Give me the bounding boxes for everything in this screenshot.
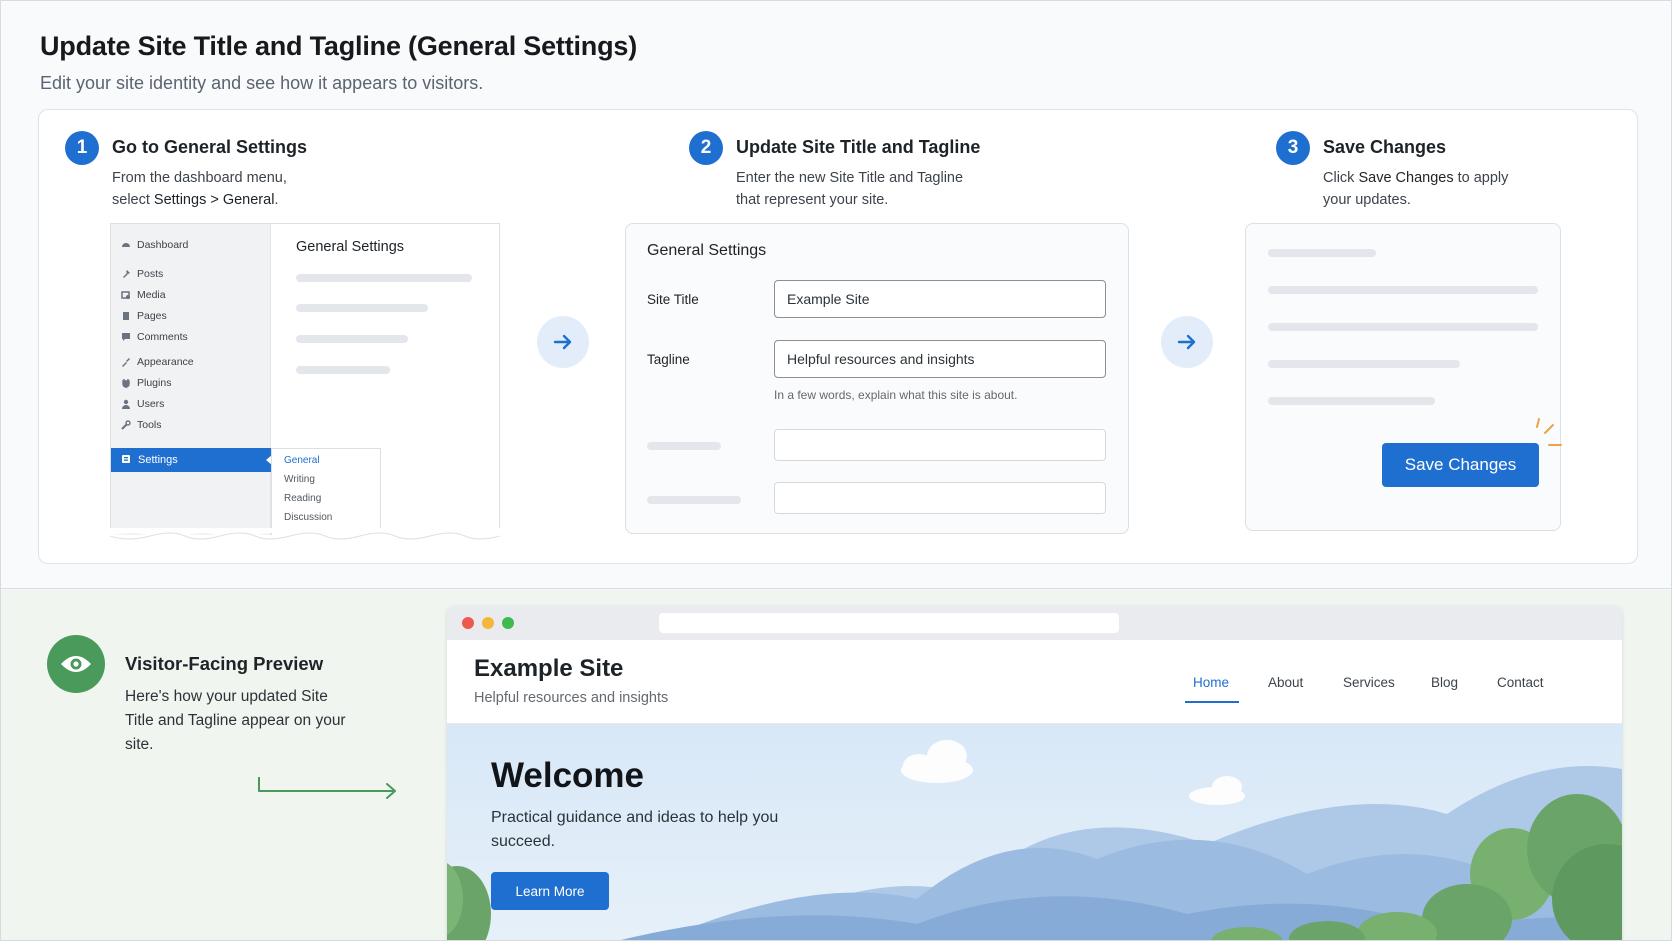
site-title-label: Site Title (647, 292, 699, 307)
settings-submenu: General Writing Reading Discussion (271, 448, 381, 535)
step-3-number: 3 (1276, 131, 1310, 165)
media-icon (121, 290, 131, 300)
settings-icon (121, 454, 131, 467)
admin-sidebar: Dashboard Posts Media Pages Comments App… (111, 224, 271, 535)
instructions-section: Update Site Title and Tagline (General S… (1, 1, 1671, 589)
next-step-arrow-1 (537, 316, 589, 368)
submenu-reading[interactable]: Reading (284, 493, 321, 504)
placeholder-line (296, 335, 408, 343)
placeholder-line (1268, 360, 1460, 368)
tagline-help-text: In a few words, explain what this site i… (774, 388, 1018, 402)
posts-icon (121, 269, 131, 279)
preview-title: Visitor-Facing Preview (125, 653, 324, 674)
step-3-description: Click Save Changes to apply your updates… (1323, 170, 1509, 208)
placeholder-label (647, 442, 721, 450)
site-tagline: Helpful resources and insights (474, 690, 669, 706)
pages-icon (121, 311, 131, 321)
learn-more-button[interactable]: Learn More (491, 872, 609, 910)
placeholder-line (296, 274, 472, 282)
tutorial-frame: Update Site Title and Tagline (General S… (0, 0, 1672, 941)
site-title-input[interactable]: Example Site (774, 280, 1106, 318)
placeholder-line (1268, 397, 1435, 405)
maximize-window-dot[interactable] (502, 617, 514, 629)
preview-section: Visitor-Facing Preview Here's how your u… (1, 590, 1671, 940)
admin-menu-comments[interactable]: Comments (121, 328, 188, 346)
address-bar[interactable] (659, 613, 1119, 633)
general-settings-heading: General Settings (296, 239, 405, 255)
nav-contact[interactable]: Contact (1497, 675, 1544, 690)
nav-about[interactable]: About (1268, 675, 1303, 690)
admin-menu-appearance[interactable]: Appearance (121, 353, 194, 371)
general-settings-heading: General Settings (647, 242, 767, 259)
hero-banner: Welcome Practical guidance and ideas to … (447, 724, 1622, 940)
site-title[interactable]: Example Site (474, 655, 623, 683)
placeholder-line (1268, 249, 1376, 257)
nav-services[interactable]: Services (1343, 675, 1395, 690)
plugins-icon (121, 378, 131, 388)
save-changes-button[interactable]: Save Changes (1382, 443, 1539, 487)
tools-icon (121, 420, 131, 430)
nav-blog[interactable]: Blog (1431, 675, 1458, 690)
general-settings-form-mock: General Settings Site Title Example Site… (625, 223, 1129, 534)
close-window-dot[interactable] (462, 617, 474, 629)
admin-menu-users[interactable]: Users (121, 395, 164, 413)
admin-menu-tools[interactable]: Tools (121, 416, 162, 434)
browser-window: Example Site Helpful resources and insig… (447, 606, 1622, 940)
minimize-window-dot[interactable] (482, 617, 494, 629)
eye-icon (61, 656, 91, 672)
next-step-arrow-2 (1161, 316, 1213, 368)
admin-dashboard-mock: Dashboard Posts Media Pages Comments App… (110, 223, 500, 535)
admin-menu-dashboard[interactable]: Dashboard (121, 236, 188, 254)
admin-menu-plugins[interactable]: Plugins (121, 374, 171, 392)
empty-input[interactable] (774, 429, 1106, 461)
click-sparkle-icon (1536, 418, 1562, 446)
save-changes-mock: Save Changes (1245, 223, 1561, 531)
dashboard-icon (121, 240, 131, 250)
hero-subtitle: Practical guidance and ideas to help you… (491, 809, 779, 850)
admin-menu-settings[interactable]: Settings (111, 448, 272, 472)
nav-active-indicator (1185, 701, 1239, 703)
comments-icon (121, 332, 131, 342)
empty-input[interactable] (774, 482, 1106, 514)
tagline-input[interactable]: Helpful resources and insights (774, 340, 1106, 378)
submenu-general[interactable]: General (284, 455, 320, 466)
admin-menu-pages[interactable]: Pages (121, 307, 167, 325)
step-2-number: 2 (689, 131, 723, 165)
nav-home[interactable]: Home (1193, 675, 1229, 690)
submenu-discussion[interactable]: Discussion (284, 512, 332, 523)
appearance-icon (121, 357, 131, 367)
step-1-number: 1 (65, 131, 99, 165)
page-title: Update Site Title and Tagline (General S… (40, 31, 638, 61)
browser-toolbar (447, 606, 1622, 640)
arrow-right-icon (258, 777, 396, 799)
page-subtitle: Edit your site identity and see how it a… (40, 73, 484, 93)
step-1-description: From the dashboard menu, select Settings… (112, 170, 287, 208)
arrow-right-icon (553, 334, 572, 350)
step-1-title: Go to General Settings (112, 137, 308, 157)
preview-badge (47, 635, 105, 693)
torn-edge (110, 528, 500, 540)
placeholder-line (296, 304, 428, 312)
placeholder-label (647, 496, 741, 504)
submenu-writing[interactable]: Writing (284, 474, 315, 485)
step-2-description: Enter the new Site Title and Tagline tha… (736, 170, 964, 208)
step-3-title: Save Changes (1323, 137, 1447, 157)
placeholder-line (296, 366, 390, 374)
hero-title: Welcome (491, 756, 645, 795)
steps-card: 1 Go to General Settings From the dashbo… (38, 109, 1638, 564)
placeholder-line (1268, 323, 1538, 331)
step-2-title: Update Site Title and Tagline (736, 137, 981, 157)
preview-description: Here's how your updated Site Title and T… (125, 688, 346, 753)
admin-menu-posts[interactable]: Posts (121, 265, 163, 283)
arrow-right-icon (1177, 334, 1196, 350)
users-icon (121, 399, 131, 409)
admin-menu-media[interactable]: Media (121, 286, 166, 304)
site-header: Example Site Helpful resources and insig… (447, 640, 1622, 724)
placeholder-line (1268, 286, 1538, 294)
tagline-label: Tagline (647, 352, 690, 367)
